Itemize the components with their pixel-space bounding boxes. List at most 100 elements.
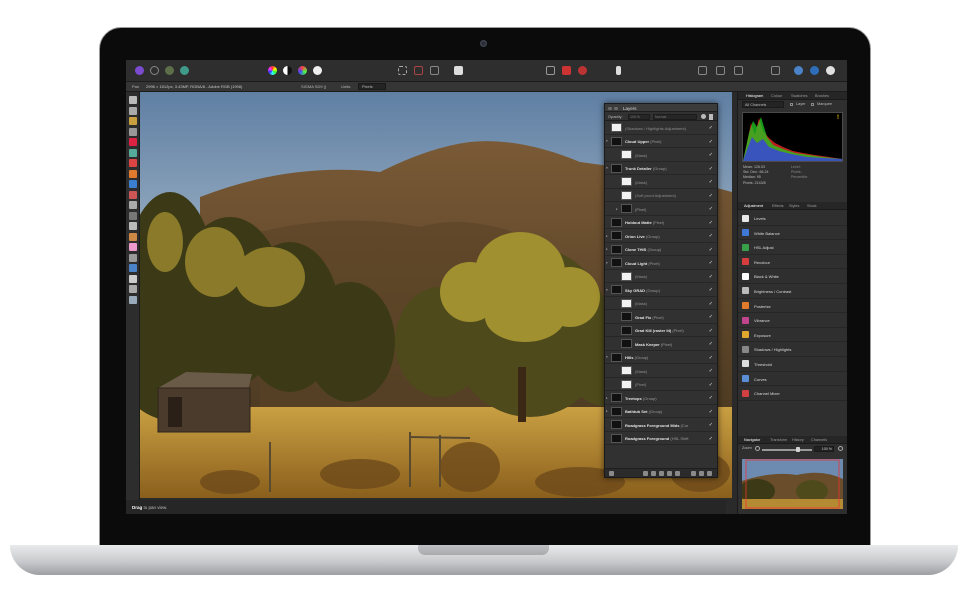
adjustment-item[interactable]: Exposure — [738, 328, 847, 343]
visibility-check-icon[interactable]: ✓ — [709, 328, 713, 334]
visibility-check-icon[interactable]: ✓ — [709, 368, 713, 374]
color-picker-icon[interactable] — [129, 148, 137, 157]
visibility-check-icon[interactable]: ✓ — [709, 125, 713, 131]
sponge-tool-icon[interactable] — [129, 222, 137, 230]
shape-tool-icon[interactable] — [129, 264, 137, 272]
view-tool-icon[interactable] — [129, 285, 137, 293]
blend-mode-select[interactable]: Normal — [653, 114, 697, 120]
crop-tool-icon[interactable] — [129, 106, 137, 115]
settings-icon[interactable] — [701, 113, 706, 119]
layer-checkbox[interactable] — [790, 102, 793, 106]
layer-row[interactable]: ▾ Cloud Upper (Pixel) ✓ — [605, 135, 717, 148]
visibility-check-icon[interactable]: ✓ — [709, 260, 713, 266]
adjustment-item[interactable]: White Balance — [738, 226, 847, 241]
grid-icon[interactable] — [546, 66, 555, 75]
marquee-checkbox[interactable] — [811, 102, 814, 106]
layer-row[interactable]: (Mask) ✓ — [605, 297, 717, 310]
tab-effects[interactable]: Effects — [772, 204, 784, 208]
visibility-check-icon[interactable]: ✓ — [709, 152, 713, 158]
visibility-check-icon[interactable]: ✓ — [709, 166, 713, 172]
visibility-check-icon[interactable]: ✓ — [709, 287, 713, 293]
layers-title-bar[interactable]: Layers — [605, 104, 717, 112]
disclosure-icon[interactable]: ▸ — [606, 396, 608, 400]
pixel-layer-icon[interactable] — [675, 471, 680, 476]
opacity-input[interactable]: 100 % — [628, 114, 650, 120]
tab-transform[interactable]: Transform — [770, 438, 787, 442]
layer-row[interactable]: Holdout Matte (Pixel) ✓ — [605, 216, 717, 229]
layer-row[interactable]: ▾ Cloud Light (Pixel) ✓ — [605, 256, 717, 270]
disclosure-icon[interactable]: ▾ — [606, 139, 608, 143]
fill-tool-icon[interactable] — [129, 180, 137, 188]
tab-stock[interactable]: Stock — [807, 204, 817, 208]
layer-row[interactable]: ▸ Clone THIS (Group) ✓ — [605, 243, 717, 256]
fx-icon[interactable] — [667, 471, 672, 476]
layer-row[interactable]: ▸ Orion Live (Group) ✓ — [605, 229, 717, 243]
marquee-tool-icon[interactable] — [129, 127, 137, 136]
burn-tool-icon[interactable] — [129, 211, 137, 220]
adjustment-item[interactable]: Black & White — [738, 269, 847, 284]
layer-row[interactable]: (Mask) ✓ — [605, 175, 717, 189]
layer-row[interactable]: (Mask) ✓ — [605, 270, 717, 283]
layer-row[interactable]: (Pixel) ✓ — [605, 378, 717, 391]
adjustment-item[interactable]: HSL Adjust — [738, 240, 847, 255]
layer-row[interactable]: Grad Fix (Pixel) ✓ — [605, 310, 717, 324]
studio-icon[interactable] — [771, 66, 780, 75]
color-wheel-icon[interactable] — [268, 66, 277, 75]
help-icon[interactable] — [826, 66, 835, 75]
live-filter-icon[interactable] — [659, 471, 664, 476]
adjustment-item[interactable]: Shadows / Highlights — [738, 342, 847, 357]
disclosure-icon[interactable]: ▸ — [606, 247, 608, 251]
flag-icon[interactable] — [562, 66, 571, 75]
healing-tool-icon[interactable] — [129, 243, 137, 251]
erase-brush-icon[interactable] — [129, 169, 137, 178]
freehand-icon[interactable] — [414, 66, 423, 75]
layer-row[interactable]: ▾ Hills (Group) ✓ — [605, 351, 717, 364]
units-select[interactable]: Pixels — [358, 83, 386, 90]
tone-map-persona-icon[interactable] — [180, 66, 189, 75]
zoom-out-icon[interactable] — [755, 446, 760, 451]
close-icon[interactable] — [608, 106, 612, 110]
layer-row[interactable]: (Mask) ✓ — [605, 148, 717, 162]
disclosure-icon[interactable]: ▸ — [606, 409, 608, 413]
affinity-logo-icon[interactable] — [135, 66, 144, 75]
layer-row[interactable]: Grad Kill (raster lit) (Pixel) ✓ — [605, 324, 717, 337]
tab-styles[interactable]: Styles — [789, 204, 799, 208]
adjustment-item[interactable]: Vibrance — [738, 313, 847, 328]
adjustment-item[interactable]: Posterise — [738, 299, 847, 314]
text-tool-icon[interactable] — [129, 274, 137, 283]
visibility-check-icon[interactable]: ✓ — [709, 395, 713, 401]
dodge-tool-icon[interactable] — [129, 201, 137, 209]
tab-navigator[interactable]: Navigator — [744, 438, 760, 442]
selection-brush-icon[interactable] — [129, 117, 137, 125]
disclosure-icon[interactable]: ▾ — [606, 261, 608, 265]
visibility-check-icon[interactable]: ✓ — [709, 193, 713, 199]
layer-row[interactable]: (Soft proof Adjustment) ✓ — [605, 189, 717, 202]
move-tool-icon[interactable] — [129, 96, 137, 104]
layer-row[interactable]: Mask Keeper (Pixel) ✓ — [605, 337, 717, 351]
snapping-icon[interactable] — [698, 66, 707, 75]
tab-brushes[interactable]: Brushes — [815, 94, 829, 98]
visibility-check-icon[interactable]: ✓ — [709, 341, 713, 347]
layer-row[interactable]: ▾ Sky GRAD (Group) ✓ — [605, 283, 717, 297]
levels-icon[interactable] — [283, 66, 292, 75]
new-layer-icon[interactable] — [699, 471, 704, 476]
visibility-check-icon[interactable]: ✓ — [709, 274, 713, 280]
adjustment-item[interactable]: Threshold — [738, 357, 847, 372]
white-balance-icon[interactable] — [313, 66, 322, 75]
layer-row[interactable]: (Mask) ✓ — [605, 364, 717, 378]
patch-tool-icon[interactable] — [129, 253, 137, 262]
zoom-value[interactable]: 100 % — [814, 446, 834, 452]
lock-icon[interactable] — [709, 113, 713, 120]
channel-select[interactable]: All Channels — [742, 101, 784, 108]
tab-colour[interactable]: Colour — [771, 94, 782, 98]
layer-settings-icon[interactable] — [609, 471, 614, 476]
liquify-persona-icon[interactable] — [150, 66, 159, 75]
mask-layer-icon[interactable] — [643, 471, 648, 476]
adjustment-item[interactable]: Levels — [738, 211, 847, 226]
visibility-check-icon[interactable]: ✓ — [709, 314, 713, 320]
visibility-check-icon[interactable]: ✓ — [709, 233, 713, 239]
disclosure-icon[interactable]: ▾ — [606, 166, 608, 170]
visibility-check-icon[interactable]: ✓ — [709, 301, 713, 307]
adjustment-item[interactable]: Channel Mixer — [738, 386, 847, 401]
visibility-check-icon[interactable]: ✓ — [709, 247, 713, 253]
